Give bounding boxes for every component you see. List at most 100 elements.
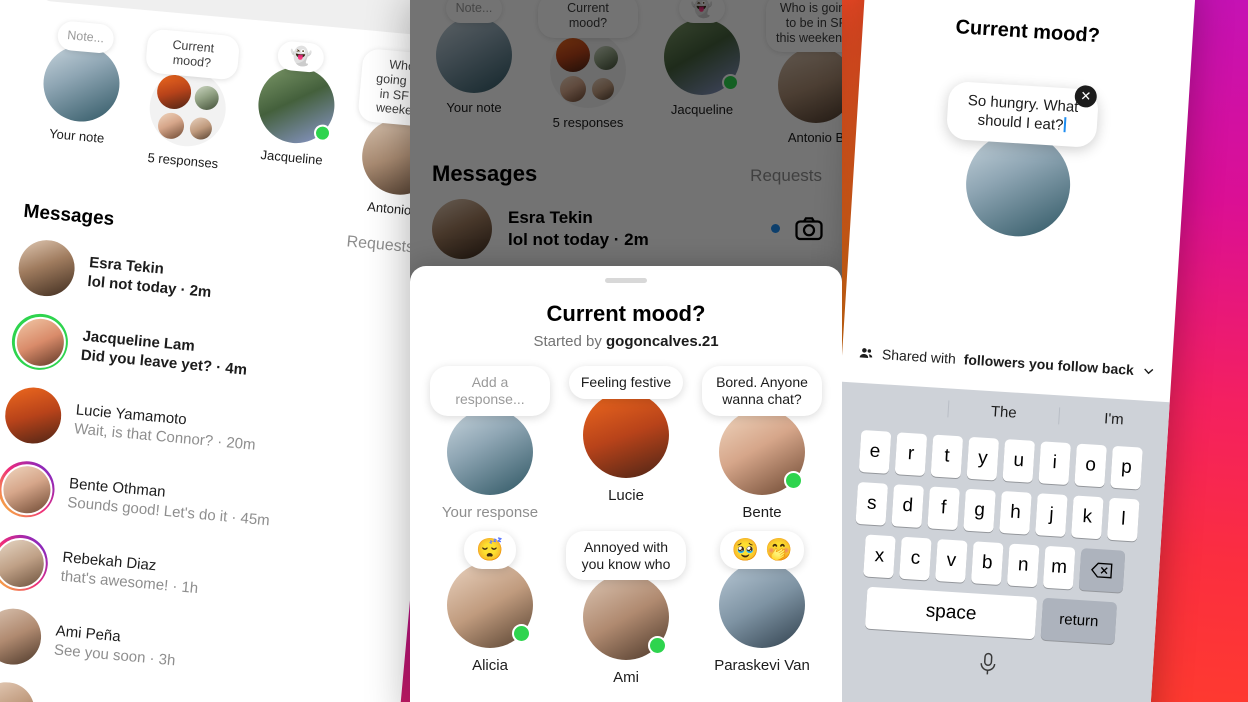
avatar[interactable] <box>40 42 123 125</box>
response-bubble-emoji[interactable]: 😴 <box>464 530 516 570</box>
avatar[interactable] <box>583 392 669 478</box>
sheet-grabber[interactable] <box>605 278 647 283</box>
sheet-subtitle: Started by gogoncalves.21 <box>422 333 830 350</box>
avatar[interactable] <box>0 606 44 668</box>
key-x[interactable]: x <box>863 534 896 579</box>
note-item-current-mood[interactable]: Current mood? 5 responses <box>134 28 241 201</box>
phone-right-note-composer: Current mood? So hungry. What should I e… <box>817 0 1197 702</box>
avatar <box>962 128 1074 240</box>
key-u[interactable]: u <box>1002 438 1036 483</box>
subtitle-prefix: Started by <box>533 333 606 350</box>
backspace-icon[interactable] <box>1078 547 1126 593</box>
note-item-jacqueline[interactable]: 👻 Jacqueline <box>241 38 348 211</box>
avatar[interactable] <box>583 573 669 660</box>
note-text: So hungry. What should I eat? <box>967 92 1079 134</box>
avatar-cluster[interactable] <box>146 66 230 150</box>
avatar[interactable] <box>719 561 805 648</box>
key-k[interactable]: k <box>1071 495 1104 540</box>
audience-prefix: Shared with <box>881 345 957 367</box>
key-m[interactable]: m <box>1042 545 1076 590</box>
key-g[interactable]: g <box>963 488 996 533</box>
response-bubble[interactable]: Feeling festive <box>568 366 684 399</box>
chevron-down-icon[interactable] <box>1141 363 1156 378</box>
note-composer: So hungry. What should I eat? ✕ <box>850 75 1189 246</box>
response-bubble[interactable]: Add a response... <box>430 366 550 416</box>
note-label: Your note <box>48 125 105 146</box>
avatar[interactable] <box>2 385 64 447</box>
avatar[interactable] <box>255 63 338 147</box>
key-l[interactable]: l <box>1106 497 1140 542</box>
phone-left-inbox: Search Note... Your note Current mood? 5… <box>0 0 469 702</box>
section-title: Messages <box>22 201 116 231</box>
backspace-glyph <box>1091 562 1113 579</box>
response-label: Alicia <box>472 656 508 674</box>
return-key[interactable]: return <box>1040 597 1118 645</box>
response-bubble[interactable]: Bored. Anyone wanna chat? <box>702 366 822 416</box>
key-i[interactable]: i <box>1038 441 1071 485</box>
avatar[interactable] <box>16 237 78 299</box>
key-d[interactable]: d <box>891 483 925 528</box>
key-c[interactable]: c <box>899 536 932 581</box>
phone-center-notes-sheet: Note... Your note Current mood? 5 respon… <box>410 0 842 702</box>
page-title: Current mood? <box>546 301 706 326</box>
message-list: Esra Tekin lol not today · 2m Jacqueline … <box>0 226 420 702</box>
response-item-bente[interactable]: Bored. Anyone wanna chat? Bente <box>694 366 830 521</box>
key-o[interactable]: o <box>1074 443 1107 488</box>
online-indicator <box>512 623 531 643</box>
key-v[interactable]: v <box>935 538 968 583</box>
response-label: Bente <box>742 503 782 521</box>
key-p[interactable]: p <box>1110 445 1143 490</box>
response-label: Your response <box>441 503 539 521</box>
key-t[interactable]: t <box>930 434 964 479</box>
requests-link[interactable]: Requests <box>346 234 415 258</box>
notes-response-sheet: Current mood? Started by gogoncalves.21 … <box>410 266 842 702</box>
key-n[interactable]: n <box>1006 543 1040 588</box>
key-h[interactable]: h <box>999 490 1032 535</box>
key-r[interactable]: r <box>894 432 928 476</box>
response-item-ami[interactable]: Annoyed with you know who Ami <box>558 530 694 686</box>
microphone-icon[interactable] <box>977 651 999 678</box>
response-label: Ami <box>613 668 639 686</box>
response-item-alicia[interactable]: 😴 Alicia <box>422 530 558 686</box>
suggestion-1[interactable]: The <box>947 400 1059 425</box>
note-bubble[interactable]: Note... <box>56 20 116 54</box>
suggestion-0[interactable] <box>839 402 948 409</box>
key-y[interactable]: y <box>966 436 1000 481</box>
online-indicator <box>648 635 667 655</box>
key-e[interactable]: e <box>858 429 892 474</box>
avatar[interactable] <box>9 311 71 373</box>
space-key[interactable]: space <box>864 586 1038 640</box>
note-label: Jacqueline <box>260 147 324 168</box>
note-bubble[interactable]: Current mood? <box>144 28 241 81</box>
online-indicator <box>784 470 803 490</box>
audience-value: followers you follow back <box>963 351 1135 378</box>
people-icon <box>859 347 873 358</box>
key-j[interactable]: j <box>1035 492 1068 537</box>
key-b[interactable]: b <box>970 541 1004 585</box>
online-indicator <box>313 123 332 143</box>
key-s[interactable]: s <box>855 481 889 526</box>
response-item-lucie[interactable]: Feeling festive Lucie <box>558 366 694 521</box>
key-f[interactable]: f <box>927 486 960 530</box>
avatar[interactable] <box>0 680 37 702</box>
avatar[interactable] <box>447 408 533 495</box>
avatar[interactable] <box>719 408 805 495</box>
subtitle-username: gogoncalves.21 <box>606 333 719 350</box>
note-item-your-note[interactable]: Note... Your note <box>26 19 133 192</box>
audience-selector[interactable]: Shared with followers you follow back <box>842 343 1172 380</box>
avatar[interactable] <box>0 532 51 594</box>
avatar[interactable] <box>447 561 533 648</box>
response-label: Paraskevi Van <box>714 656 810 674</box>
response-item-paraskevi[interactable]: 🥹 🤭 Paraskevi Van <box>694 530 830 686</box>
on-screen-keyboard: The I'm e r t y u i o p s d f g h j k l … <box>819 381 1170 702</box>
response-bubble-emoji[interactable]: 🥹 🤭 <box>719 530 805 570</box>
response-item-your-response[interactable]: Add a response... Your response <box>422 366 558 521</box>
search-placeholder: Search <box>80 0 139 1</box>
response-label: Lucie <box>608 487 644 504</box>
page-title: Current mood? <box>954 16 1101 48</box>
avatar[interactable] <box>0 459 57 520</box>
response-bubble[interactable]: Annoyed with you know who <box>566 530 686 581</box>
text-cursor <box>1063 116 1067 132</box>
suggestion-2[interactable]: I'm <box>1057 407 1169 432</box>
note-label: 5 responses <box>147 149 219 171</box>
